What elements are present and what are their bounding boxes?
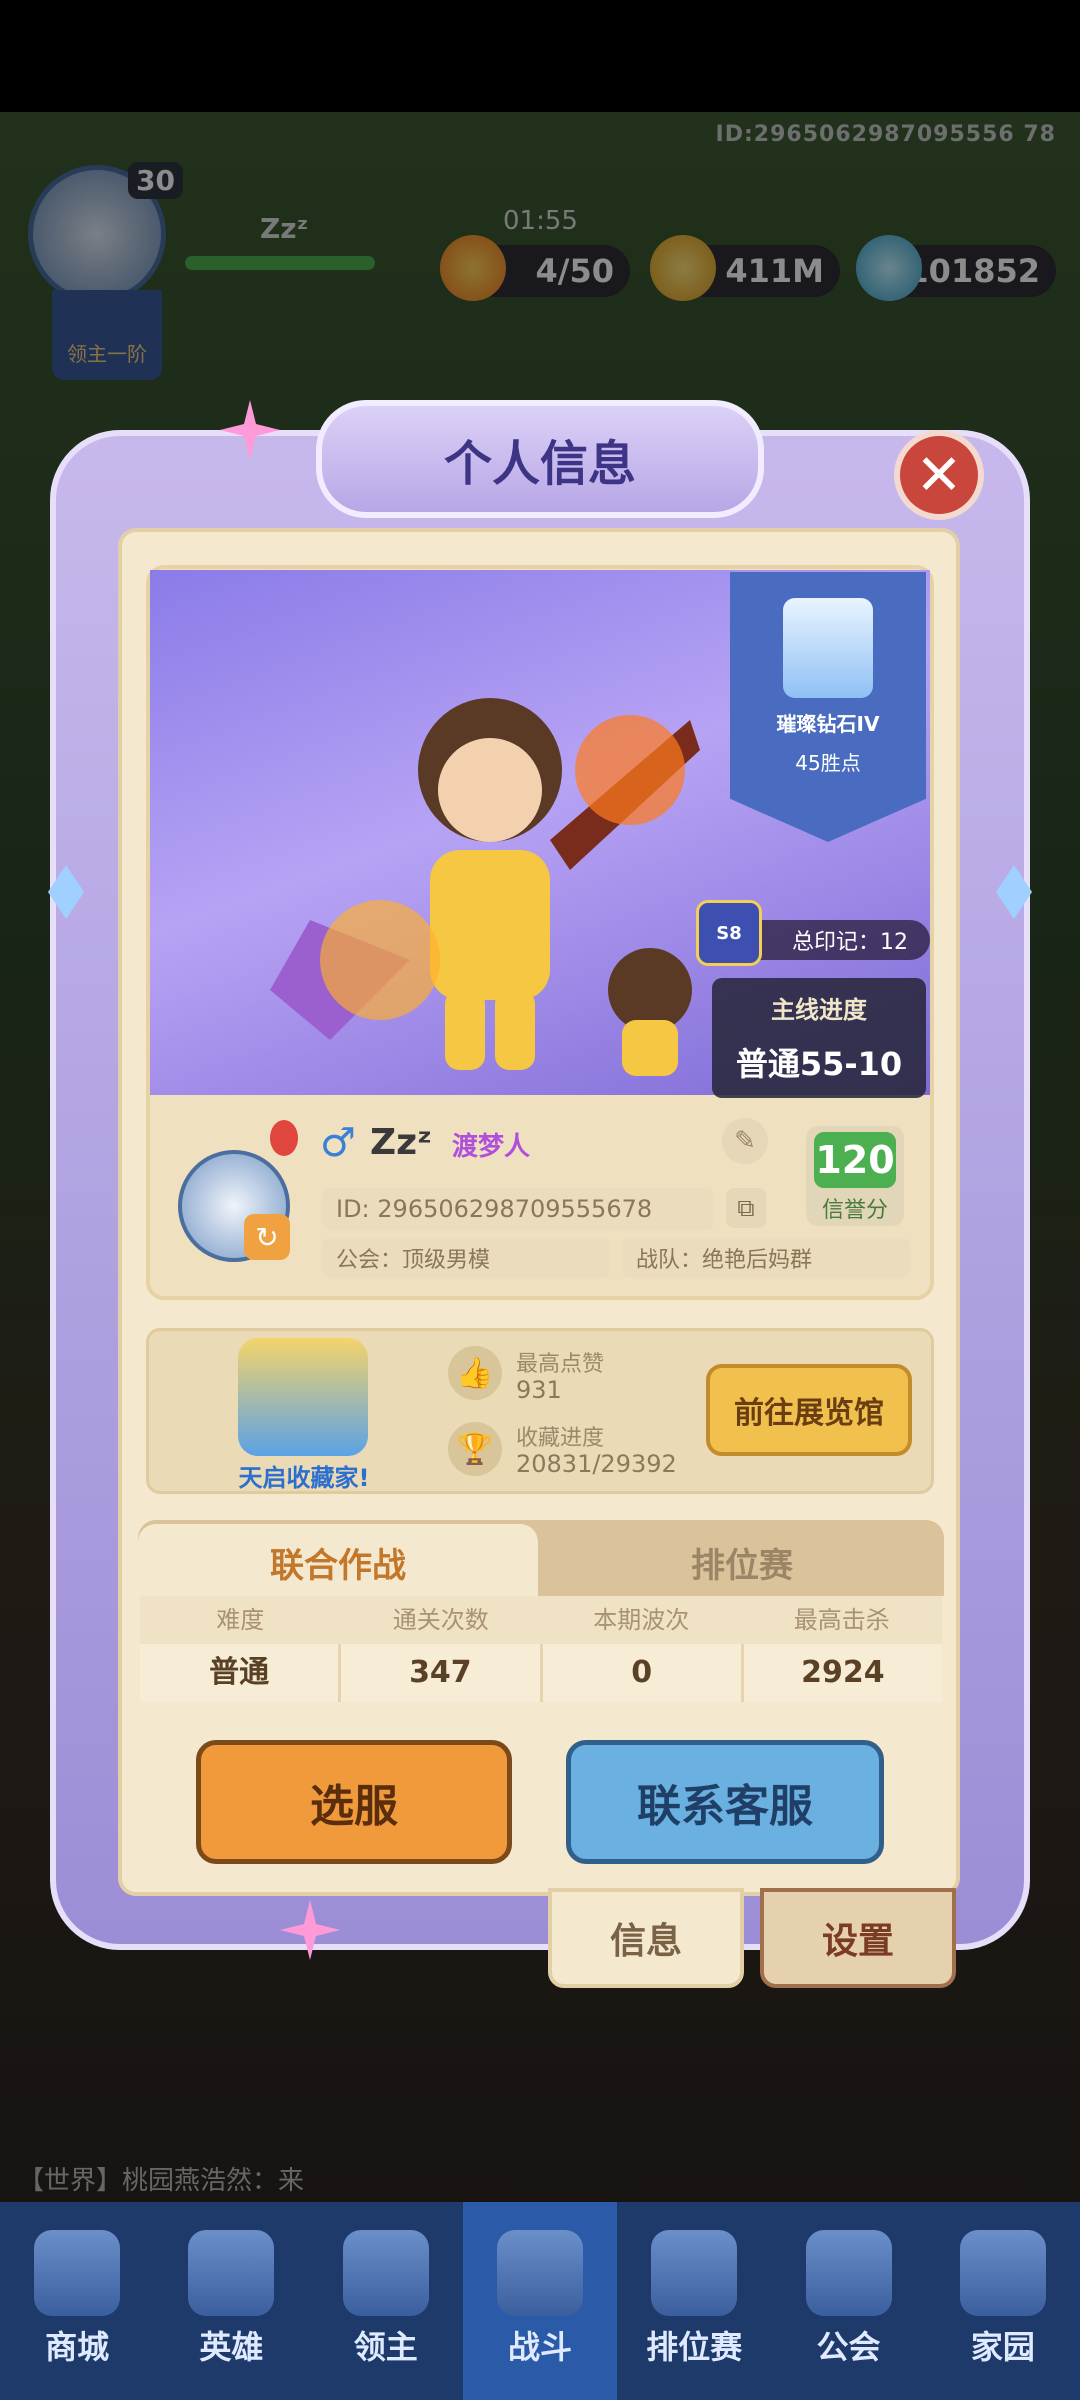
collection-progress-label: 收藏进度 — [516, 1426, 605, 1451]
sword-icon — [496, 2230, 583, 2316]
nav-ranked[interactable]: 排位赛 — [617, 2202, 771, 2400]
balloon-icon — [270, 1120, 298, 1156]
hero-character-art — [270, 698, 700, 1076]
chibi-hero-body — [622, 1020, 678, 1076]
table-cell: 0 — [543, 1644, 744, 1702]
nav-battle[interactable]: 战斗 — [462, 2202, 618, 2400]
credit-score[interactable]: 120 信誉分 — [806, 1126, 904, 1226]
modal-title: 个人信息 — [316, 400, 764, 518]
max-likes-label: 最高点赞 — [516, 1352, 605, 1377]
nav-home[interactable]: 家园 — [926, 2202, 1080, 2400]
nav-lord[interactable]: 领主 — [309, 2202, 463, 2400]
tab-coop-battle[interactable]: 联合作战 — [138, 1524, 538, 1600]
shield-icon — [651, 2230, 738, 2316]
credit-score-label: 信誉分 — [821, 1198, 888, 1223]
male-gender-icon: ♂ — [320, 1120, 356, 1166]
hero-icon — [188, 2230, 275, 2316]
home-icon — [959, 2230, 1046, 2316]
main-progress-box: 主线进度 普通55-10 — [712, 978, 926, 1098]
go-to-gallery-button[interactable]: 前往展览馆 — [706, 1364, 912, 1456]
stats-table-header: 难度 通关次数 本期波次 最高击杀 — [140, 1596, 942, 1644]
fire-effect — [320, 900, 440, 1020]
season-badge[interactable]: S8 — [696, 900, 762, 966]
copy-id-icon[interactable]: ⧉ — [726, 1188, 766, 1228]
max-likes-value: 931 — [516, 1376, 562, 1404]
profile-name: Zzᶻ — [370, 1122, 433, 1163]
table-cell: 普通 — [140, 1644, 342, 1702]
tab-settings[interactable]: 设置 — [760, 1888, 956, 1988]
edit-name-icon[interactable]: ✎ — [722, 1118, 768, 1164]
chibi-hero-head — [608, 948, 692, 1032]
hero-leg — [445, 990, 485, 1070]
table-header-cell: 本期波次 — [593, 1606, 690, 1634]
thumbs-up-icon: 👍 — [448, 1346, 502, 1400]
fire-effect — [575, 715, 685, 825]
select-server-button[interactable]: 选服 — [196, 1740, 512, 1864]
close-button[interactable]: ✕ — [894, 430, 984, 520]
guild-field: 公会：顶级男模 — [322, 1238, 610, 1278]
collection-progress-value: 20831/29392 — [516, 1450, 677, 1478]
hero-leg — [495, 990, 535, 1070]
table-cell: 2924 — [801, 1655, 885, 1690]
nav-shop[interactable]: 商城 — [0, 2202, 154, 2400]
trophy-icon: 🏆 — [448, 1422, 502, 1476]
nav-heroes[interactable]: 英雄 — [154, 2202, 308, 2400]
progress-title: 主线进度 — [771, 996, 867, 1024]
table-header-cell: 难度 — [216, 1606, 265, 1634]
hero-face — [438, 738, 542, 842]
hero-body — [430, 850, 550, 1000]
rank-banner: 璀璨钻石IV 45胜点 — [730, 572, 926, 842]
contact-service-button[interactable]: 联系客服 — [566, 1740, 884, 1864]
table-cell: 347 — [341, 1644, 543, 1702]
team-field: 战队：绝艳后妈群 — [622, 1238, 910, 1278]
table-header-cell: 最高击杀 — [793, 1606, 890, 1634]
shop-icon — [34, 2230, 121, 2316]
tab-info[interactable]: 信息 — [548, 1888, 744, 1988]
table-header-cell: 通关次数 — [392, 1606, 489, 1634]
lord-icon — [342, 2230, 429, 2316]
table-row: 普通 347 0 2924 — [140, 1644, 942, 1702]
credit-score-value: 120 — [814, 1132, 896, 1188]
diamond-rank-crest-icon — [783, 598, 873, 698]
collector-badge-label: 天启收藏家! — [238, 1464, 370, 1492]
collector-badge-icon — [238, 1338, 368, 1456]
tab-ranked[interactable]: 排位赛 — [540, 1524, 944, 1600]
progress-value: 普通55-10 — [735, 1045, 903, 1083]
total-marks: 总印记：12 — [740, 920, 930, 960]
guild-icon — [805, 2230, 892, 2316]
profile-id-field: ID: 296506298709555678 — [322, 1188, 714, 1230]
player-title-tag[interactable]: 渡梦人 — [452, 1126, 530, 1163]
rank-name: 璀璨钻石IV — [776, 712, 880, 736]
change-avatar-icon[interactable]: ↻ — [244, 1214, 290, 1260]
nav-guild[interactable]: 公会 — [771, 2202, 925, 2400]
bottom-nav: 商城 英雄 领主 战斗 排位赛 公会 家园 — [0, 2202, 1080, 2400]
rank-points: 45胜点 — [795, 751, 861, 775]
